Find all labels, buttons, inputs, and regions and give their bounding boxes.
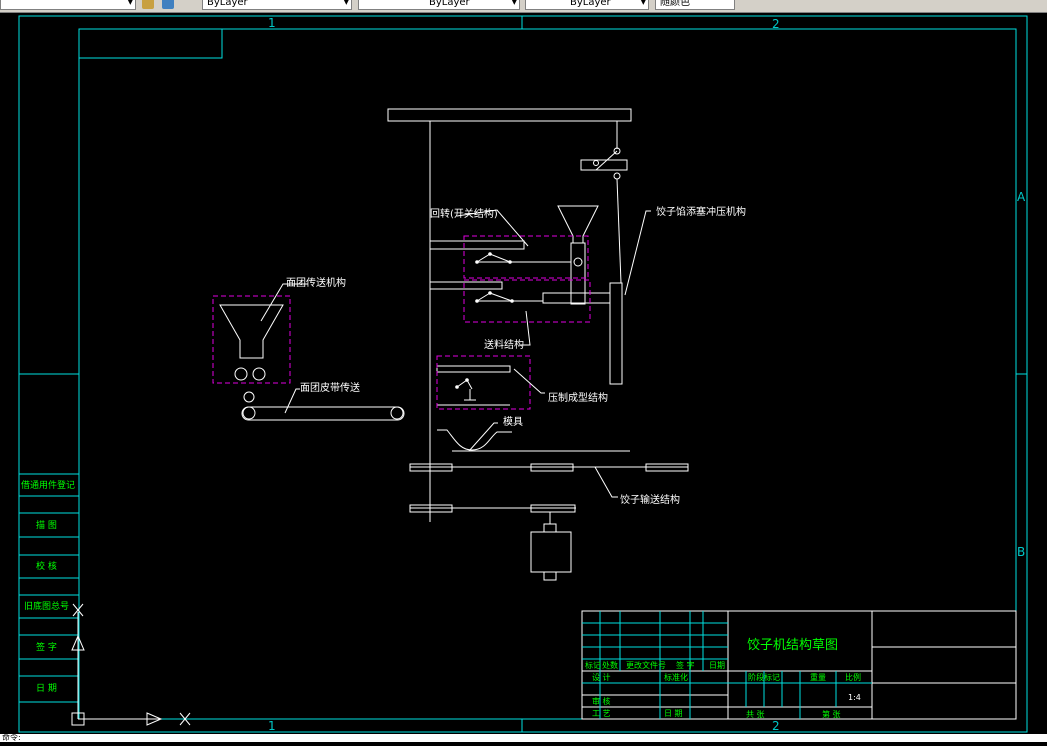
left-table-row: 描 图 <box>36 519 57 531</box>
leader-lines <box>260 209 651 498</box>
ucs-icon[interactable] <box>71 603 191 726</box>
mechanism-drawing <box>219 108 689 581</box>
row-label-a: A <box>1017 190 1026 204</box>
callout-labels: 回转(开关结构) 饺子馅添塞冲压机构 面团传送机构 送料结构 面团皮带传送 压制… <box>286 205 746 506</box>
label-dough-conveyor: 面团传送机构 <box>286 276 346 289</box>
color-dropdown[interactable]: 随颜色 <box>655 0 735 10</box>
left-table-row: 借通用件登记 <box>21 479 75 491</box>
tb-standardization: 标准化 <box>664 672 688 682</box>
linetype-dropdown[interactable]: ByLayer ▼ <box>202 0 352 10</box>
column-label-1: 1 <box>268 16 276 30</box>
plotstyle-value: ByLayer <box>570 0 611 8</box>
column-label-2-bottom: 2 <box>772 719 780 733</box>
tb-sheets: 共 张 <box>746 710 765 719</box>
tb-process: 工 艺 <box>592 709 611 718</box>
column-label-1-bottom: 1 <box>268 719 276 733</box>
left-table-row: 日 期 <box>36 683 57 694</box>
left-table-row: 校 核 <box>36 560 57 572</box>
layer-previous-icon[interactable] <box>162 0 174 9</box>
tb-row-label: 处数 <box>602 660 618 670</box>
row-label-b: B <box>1017 545 1025 559</box>
plotstyle-dropdown[interactable]: ByLayer ▼ <box>525 0 649 10</box>
properties-toolbar: ▼ ByLayer ▼ ByLayer ▼ ByLayer ▼ 随颜色 <box>0 0 1047 13</box>
label-dumpling-filling: 饺子馅添塞冲压机构 <box>656 205 746 218</box>
tb-row-label: 标记 <box>585 660 601 670</box>
tb-row-label: 日期 <box>709 661 725 670</box>
label-press-forming: 压制成型结构 <box>548 391 608 404</box>
color-value: 随颜色 <box>660 0 690 8</box>
linetype-value: ByLayer <box>207 0 248 8</box>
layer-dropdown[interactable]: ▼ <box>0 0 136 10</box>
tb-weight: 重量 <box>810 672 826 682</box>
tb-design: 设 计 <box>592 672 611 682</box>
tb-stage-mark: 阶段标记 <box>748 672 780 682</box>
drawing-canvas[interactable]: 1 2 1 2 A B 借通用件登记 描 图 校 核 旧底图总号 签 字 日 期 <box>0 13 1047 742</box>
left-table-row: 旧底图总号 <box>24 600 69 612</box>
label-dough-belt: 面团皮带传送 <box>300 381 360 394</box>
column-label-2: 2 <box>772 17 780 31</box>
pivot-points <box>455 252 514 389</box>
tb-scale-label: 比例 <box>845 672 861 682</box>
tb-row-label: 更改文件号 <box>626 660 666 670</box>
label-rotary-switch: 回转(开关结构) <box>430 207 498 220</box>
chevron-down-icon: ▼ <box>127 0 133 6</box>
tb-scale-value: 1:4 <box>848 693 861 702</box>
drawing-frame <box>18 15 1028 733</box>
tb-sheet-no: 第 张 <box>822 709 841 719</box>
tb-review: 审 核 <box>592 696 611 706</box>
label-dumpling-conveyor: 饺子输送结构 <box>620 493 680 506</box>
chevron-down-icon: ▼ <box>640 0 646 6</box>
chevron-down-icon: ▼ <box>511 0 517 6</box>
drawing-svg: 1 2 1 2 A B 借通用件登记 描 图 校 核 旧底图总号 签 字 日 期 <box>18 15 1028 733</box>
drawing-title: 饺子机结构草图 <box>747 638 838 653</box>
label-feeding: 送料结构 <box>484 338 524 351</box>
tb-date: 日 期 <box>664 709 683 718</box>
chevron-down-icon: ▼ <box>343 0 349 6</box>
lineweight-dropdown[interactable]: ByLayer ▼ <box>358 0 520 10</box>
command-line[interactable]: 命令: <box>0 734 1047 742</box>
lineweight-value: ByLayer <box>429 0 470 8</box>
zone-labels: 1 2 1 2 A B <box>268 16 1026 733</box>
label-mold: 模具 <box>503 416 523 428</box>
left-table <box>18 473 80 703</box>
left-table-text: 借通用件登记 描 图 校 核 旧底图总号 签 字 日 期 <box>21 479 75 694</box>
left-table-row: 签 字 <box>36 641 57 653</box>
tb-row-label: 签 字 <box>676 660 695 670</box>
layer-icon[interactable] <box>142 0 154 9</box>
